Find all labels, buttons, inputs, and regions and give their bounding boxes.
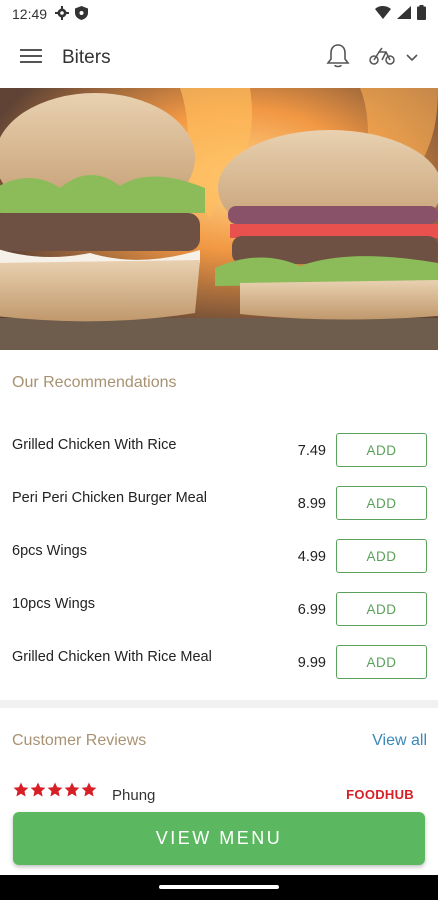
review-item: Phung FOODHUB bbox=[0, 782, 438, 806]
system-nav-bar bbox=[0, 875, 438, 900]
add-button[interactable]: ADD bbox=[336, 592, 427, 626]
menu-item: Peri Peri Chicken Burger Meal 8.99 ADD bbox=[0, 486, 438, 539]
recommendations-title: Our Recommendations bbox=[12, 374, 177, 391]
status-time: 12:49 bbox=[12, 6, 48, 22]
section-divider bbox=[0, 700, 438, 708]
hamburger-icon[interactable] bbox=[20, 48, 42, 69]
star-icon bbox=[47, 782, 63, 797]
menu-item: Grilled Chicken With Rice Meal 9.99 ADD bbox=[0, 645, 438, 698]
battery-icon bbox=[417, 5, 426, 23]
menu-item: 6pcs Wings 4.99 ADD bbox=[0, 539, 438, 592]
add-button[interactable]: ADD bbox=[336, 486, 427, 520]
home-gesture-handle[interactable] bbox=[159, 885, 279, 889]
menu-item-price: 6.99 bbox=[297, 602, 326, 618]
star-rating bbox=[13, 782, 97, 798]
menu-item-price: 4.99 bbox=[297, 549, 326, 565]
add-button[interactable]: ADD bbox=[336, 645, 427, 679]
star-icon bbox=[13, 782, 29, 797]
status-bar: 12:49 bbox=[0, 0, 438, 28]
delivery-icon bbox=[368, 47, 396, 70]
wifi-icon bbox=[375, 6, 391, 22]
chevron-down-icon bbox=[406, 49, 418, 67]
gear-icon bbox=[55, 5, 70, 23]
delivery-selector[interactable] bbox=[368, 47, 418, 70]
view-menu-button[interactable]: VIEW MENU bbox=[13, 812, 425, 865]
menu-item-name: 10pcs Wings bbox=[12, 596, 96, 612]
menu-item: 10pcs Wings 6.99 ADD bbox=[0, 592, 438, 645]
menu-item-name: Grilled Chicken With Rice bbox=[12, 437, 177, 453]
reviews-title: Customer Reviews bbox=[12, 732, 147, 749]
hero-image bbox=[0, 88, 438, 350]
review-source-logo: FOODHUB bbox=[346, 787, 414, 802]
add-button[interactable]: ADD bbox=[336, 433, 427, 467]
bell-icon[interactable] bbox=[326, 43, 350, 74]
menu-item-price: 9.99 bbox=[297, 655, 326, 671]
menu-item: Grilled Chicken With Rice 7.49 ADD bbox=[0, 433, 438, 486]
reviews-header: Customer Reviews View all bbox=[0, 730, 438, 754]
menu-item-price: 7.49 bbox=[297, 443, 326, 459]
menu-item-name: 6pcs Wings bbox=[12, 543, 87, 559]
menu-item-name: Grilled Chicken With Rice Meal bbox=[12, 649, 212, 665]
shield-icon bbox=[75, 5, 89, 23]
menu-item-price: 8.99 bbox=[297, 496, 326, 512]
app-bar: Biters bbox=[0, 28, 438, 88]
app-title: Biters bbox=[62, 47, 111, 68]
menu-item-name: Peri Peri Chicken Burger Meal bbox=[12, 490, 208, 506]
star-icon bbox=[64, 782, 80, 797]
add-button[interactable]: ADD bbox=[336, 539, 427, 573]
signal-icon bbox=[397, 6, 411, 22]
view-all-link[interactable]: View all bbox=[372, 732, 427, 750]
star-icon bbox=[30, 782, 46, 797]
reviewer-name: Phung bbox=[112, 787, 156, 804]
star-icon bbox=[81, 782, 97, 797]
